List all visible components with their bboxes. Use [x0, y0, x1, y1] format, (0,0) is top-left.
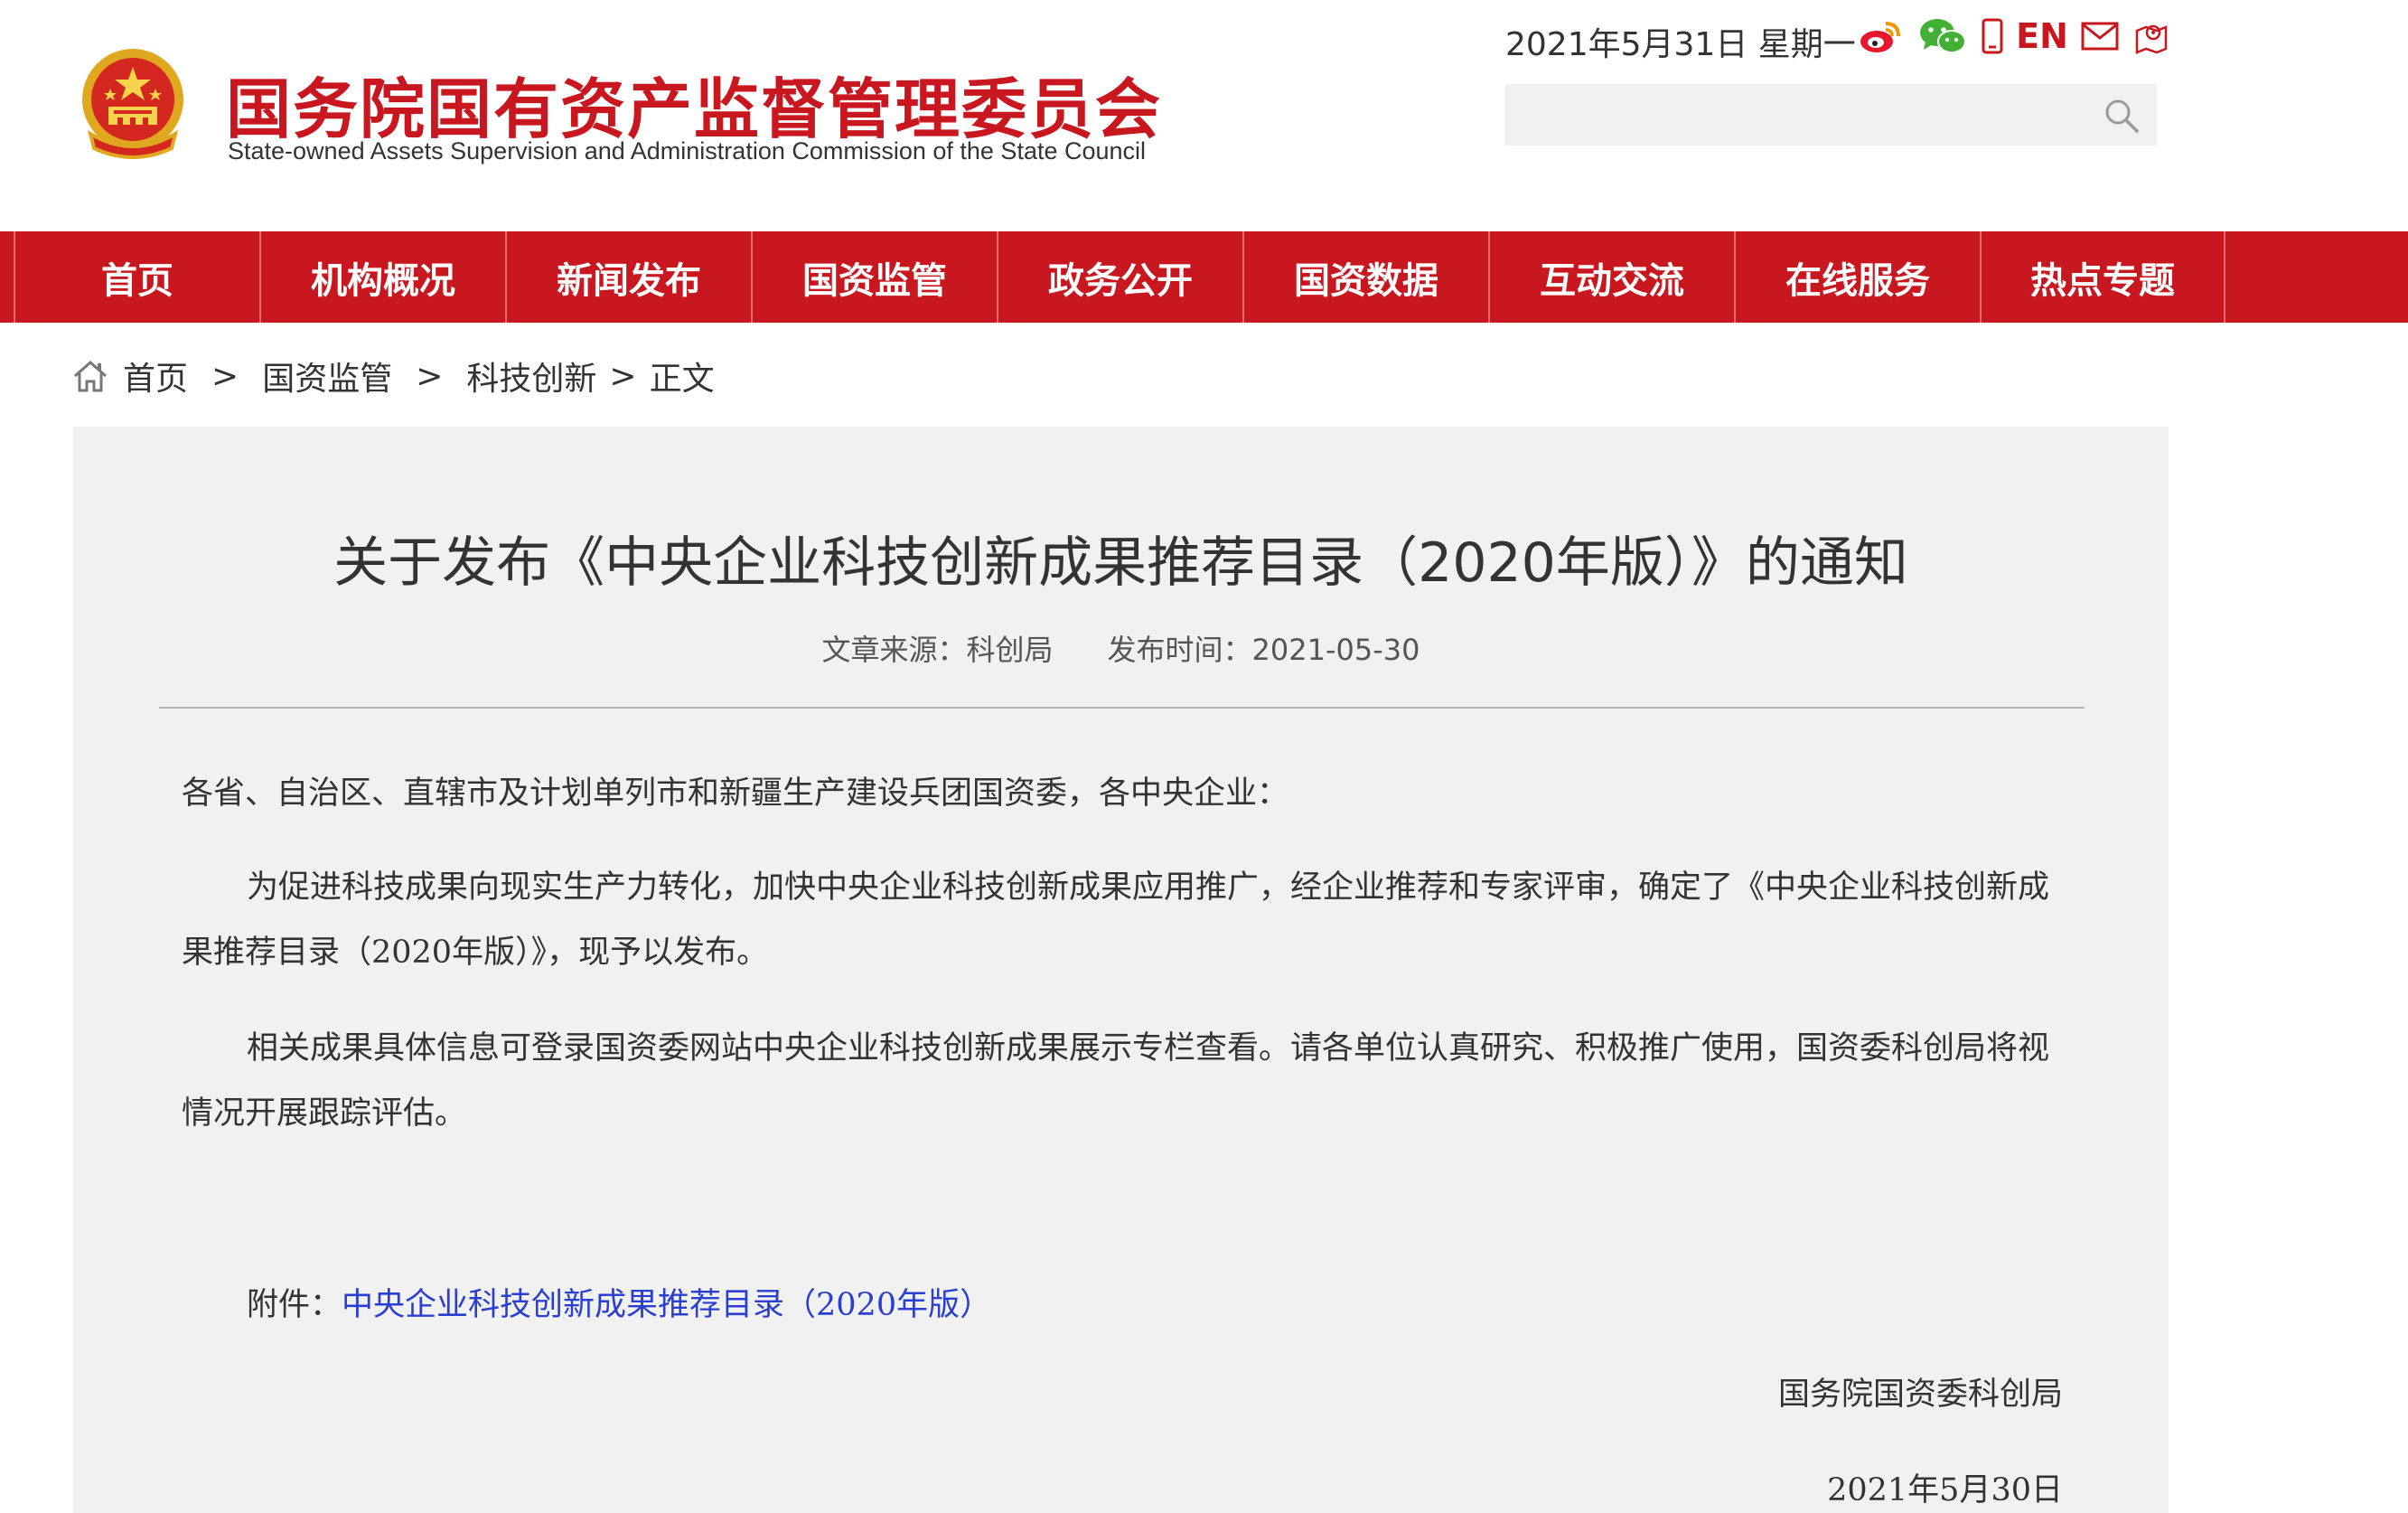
- breadcrumb: 首页 > 国资监管 > 科技创新 > 正文: [72, 352, 715, 399]
- article-signer: 国务院国资委科创局: [1777, 1377, 2063, 1413]
- nav-item-supervision[interactable]: 国资监管: [751, 231, 997, 323]
- article-divider: [159, 707, 2085, 709]
- mail-icon[interactable]: [2080, 16, 2120, 56]
- breadcrumb-separator: >: [609, 357, 637, 395]
- site-header: 国务院国有资产监督管理委员会 State-owned Assets Superv…: [0, 0, 2408, 230]
- attachment-link[interactable]: 中央企业科技创新成果推荐目录（2020年版）: [342, 1287, 991, 1323]
- nav-item-hot-topics[interactable]: 热点专题: [1980, 231, 2225, 323]
- article-paragraph: 为促进科技成果向现实生产力转化，加快中央企业科技创新成果应用推广，经企业推荐和专…: [182, 869, 2050, 971]
- nav-item-data[interactable]: 国资数据: [1242, 231, 1488, 323]
- nav-item-news[interactable]: 新闻发布: [505, 231, 751, 323]
- article-attachment: 附件：中央企业科技创新成果推荐目录（2020年版）: [247, 1273, 2131, 1338]
- search-box: [1505, 84, 2157, 146]
- article-meta: 文章来源：科创局 发布时间：2021-05-30: [73, 627, 2169, 669]
- search-input[interactable]: [1505, 84, 2084, 146]
- article-paragraph: 相关成果具体信息可登录国资委网站中央企业科技创新成果展示专栏查看。请各单位认真研…: [182, 1030, 2050, 1132]
- national-emblem-logo[interactable]: [74, 47, 192, 170]
- article-title: 关于发布《中央企业科技创新成果推荐目录（2020年版）》的通知: [333, 531, 1908, 595]
- mobile-icon[interactable]: [1979, 16, 2006, 56]
- weibo-icon[interactable]: [1858, 16, 1903, 56]
- attachment-label: 附件：: [247, 1287, 342, 1323]
- breadcrumb-separator: >: [416, 357, 444, 395]
- home-icon[interactable]: [72, 358, 108, 394]
- article-sign-date: 2021年5月30日: [1827, 1472, 2063, 1508]
- nav-item-home[interactable]: 首页: [14, 231, 259, 323]
- nav-item-government-affairs[interactable]: 政务公开: [997, 231, 1242, 323]
- nav-item-organization[interactable]: 机构概况: [259, 231, 505, 323]
- breadcrumb-separator: >: [211, 357, 239, 395]
- nav-item-online-services[interactable]: 在线服务: [1734, 231, 1980, 323]
- main-navigation: 首页 机构概况 新闻发布 国资监管 政务公开 国资数据 互动交流 在线服务 热点…: [0, 231, 2408, 323]
- english-version-link[interactable]: EN: [2015, 16, 2069, 56]
- wechat-icon[interactable]: [1917, 16, 1968, 56]
- article-source: 文章来源：科创局: [821, 633, 1054, 667]
- breadcrumb-home[interactable]: 首页: [123, 352, 188, 399]
- breadcrumb-tech-innovation[interactable]: 科技创新: [466, 352, 596, 399]
- breadcrumb-current: 正文: [649, 361, 715, 398]
- current-date: 2021年5月31日 星期一: [1505, 26, 1856, 63]
- map-icon[interactable]: [2132, 16, 2170, 56]
- nav-item-interaction[interactable]: 互动交流: [1488, 231, 1734, 323]
- site-subtitle: State-owned Assets Supervision and Admin…: [228, 137, 1147, 164]
- search-icon[interactable]: [2103, 97, 2141, 135]
- breadcrumb-supervision[interactable]: 国资监管: [262, 352, 392, 399]
- article-salutation: 各省、自治区、直辖市及计划单列市和新疆生产建设兵团国资委，各中央企业：: [182, 775, 1289, 812]
- article-container: 关于发布《中央企业科技创新成果推荐目录（2020年版）》的通知 文章来源：科创局…: [73, 427, 2169, 1513]
- article-publish-time: 发布时间：2021-05-30: [1107, 633, 1420, 667]
